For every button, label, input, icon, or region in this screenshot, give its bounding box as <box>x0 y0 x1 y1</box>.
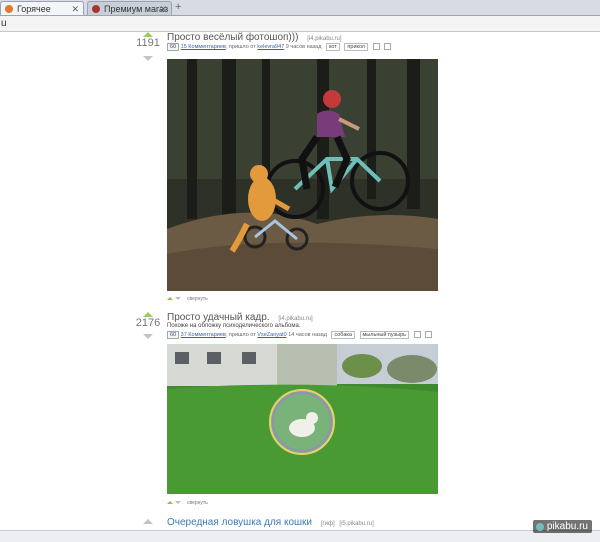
post-time: 14 часов назад <box>288 332 327 338</box>
pikabu-watermark: pikabu.ru <box>532 520 592 533</box>
post-source[interactable]: [i5.pikabu.ru] <box>339 521 373 527</box>
new-tab-button[interactable]: + <box>175 1 181 13</box>
post-meta: 60 15 Комментариев; пришло от kelevra947… <box>167 43 392 51</box>
post-score: 2176 <box>135 317 161 329</box>
upvote-small-icon[interactable] <box>167 297 173 301</box>
post-badge[interactable]: [гиф] <box>321 521 335 527</box>
post-image-dog-bubble[interactable] <box>167 344 438 494</box>
downvote-small-icon[interactable] <box>175 297 181 301</box>
address-bar[interactable]: u <box>0 16 600 32</box>
comments-link[interactable]: 15 Комментариев <box>181 44 226 50</box>
tab-label: Горячее <box>17 4 51 14</box>
save-icon[interactable] <box>372 43 380 51</box>
watermark-label: pikabu.ru <box>546 521 588 532</box>
save-icon[interactable] <box>413 331 421 339</box>
posted-by-label: ; пришло от <box>225 44 256 50</box>
upvote-icon[interactable] <box>143 519 153 524</box>
downvote-icon[interactable] <box>143 56 153 61</box>
badge[interactable]: 60 <box>167 43 180 51</box>
post-title-line: Просто весёлый фотошоп))) [i4.pikabu.ru] <box>167 32 342 43</box>
rating-widget <box>135 519 161 524</box>
horizontal-scrollbar[interactable] <box>0 530 600 542</box>
rating-widget: 2176 <box>135 312 161 339</box>
close-icon[interactable]: ✕ <box>71 2 79 15</box>
post-image-bike-cat[interactable] <box>167 59 438 291</box>
tag[interactable]: собака <box>331 331 355 339</box>
collapse-link[interactable]: свернуть <box>187 500 208 506</box>
collapse-link[interactable]: свернуть <box>187 296 208 302</box>
post-footer: свернуть <box>167 296 208 302</box>
post-time: 9 часов назад <box>285 44 322 50</box>
downvote-small-icon[interactable] <box>175 501 181 505</box>
premium-favicon-icon <box>92 5 100 13</box>
post-title-line: Очередная ловушка для кошки [гиф] [i5.pi… <box>167 517 374 528</box>
post-footer: свернуть <box>167 500 208 506</box>
post-source[interactable]: [i4.pikabu.ru] <box>307 36 341 42</box>
posted-by-label: ; пришло от <box>225 332 256 338</box>
post-title[interactable]: Просто удачный кадр. <box>167 312 270 323</box>
tag[interactable]: кот <box>325 43 340 51</box>
rating-widget: 1191 <box>135 32 161 61</box>
feed: 1191 Просто весёлый фотошоп))) [i4.pikab… <box>0 32 600 541</box>
dog-bubble-photo <box>167 344 438 494</box>
tab-bar: Горячее ✕ Премиум магаз ✕ + <box>0 0 600 16</box>
share-icon[interactable] <box>384 43 392 51</box>
post-title-line: Просто удачный кадр. [i4.pikabu.ru] <box>167 312 313 323</box>
post-title[interactable]: Очередная ловушка для кошки <box>167 517 312 528</box>
share-icon[interactable] <box>425 331 433 339</box>
tab-hot[interactable]: Горячее ✕ <box>0 1 84 15</box>
author-link[interactable]: kelevra947 <box>257 44 284 50</box>
post-meta: 60 37 Комментариев; пришло от VseZanyat0… <box>167 331 433 339</box>
comments-link[interactable]: 37 Комментариев <box>181 332 226 338</box>
post-score: 1191 <box>136 37 160 49</box>
author-link[interactable]: VseZanyat0 <box>257 332 286 338</box>
upvote-small-icon[interactable] <box>167 501 173 505</box>
post-title[interactable]: Просто весёлый фотошоп))) <box>167 32 298 43</box>
tag[interactable]: мыльный пузырь <box>359 331 410 339</box>
close-icon[interactable]: ✕ <box>159 2 167 15</box>
badge[interactable]: 60 <box>167 331 180 339</box>
downvote-icon[interactable] <box>143 334 153 339</box>
tag[interactable]: прикол <box>344 43 369 51</box>
post-description: Похоже на обложку психоделического альбо… <box>167 323 301 329</box>
pikabu-favicon-icon <box>5 5 13 13</box>
post-source[interactable]: [i4.pikabu.ru] <box>278 316 312 322</box>
pikabu-logo-icon <box>535 523 544 531</box>
bike-cat-photo <box>167 59 438 291</box>
tab-premium[interactable]: Премиум магаз ✕ <box>87 1 172 15</box>
